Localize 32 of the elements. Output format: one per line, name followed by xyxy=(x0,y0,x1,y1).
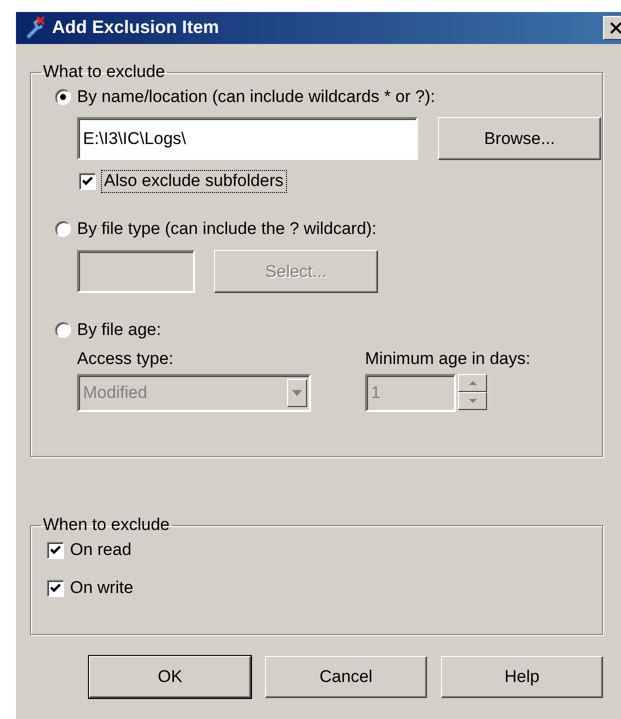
radio-button[interactable] xyxy=(55,221,71,238)
spin-down-button[interactable] xyxy=(458,392,487,410)
checkbox-label[interactable]: On read xyxy=(70,540,132,561)
down-arrow-icon xyxy=(468,398,476,403)
checkbox-label[interactable]: On write xyxy=(70,578,134,599)
check-icon xyxy=(50,545,61,556)
up-arrow-icon xyxy=(468,380,476,385)
dialog-button[interactable]: OK xyxy=(89,656,251,698)
radio-button[interactable] xyxy=(55,89,71,106)
group-title: When to exclude xyxy=(42,515,171,536)
caret-icon xyxy=(292,390,302,396)
group-title: What to exclude xyxy=(42,62,166,82)
radio-label[interactable]: By file age: xyxy=(77,320,162,341)
check-icon xyxy=(50,583,61,594)
dropdown-value: Modified xyxy=(83,382,148,403)
checkbox[interactable] xyxy=(47,542,64,559)
dialog-button[interactable]: Cancel xyxy=(265,656,427,698)
radio-label[interactable]: By name/location (can include wildcards * or ?): xyxy=(77,87,436,108)
browse-button[interactable]: Browse... xyxy=(438,117,601,160)
radio-button[interactable] xyxy=(55,322,71,338)
check-icon xyxy=(82,176,93,186)
path-field[interactable]: E:\I3\IC\Logs\ xyxy=(77,117,418,160)
field-label: Minimum age in days: xyxy=(365,349,530,370)
checkbox[interactable] xyxy=(47,580,64,597)
window-title: Add Exclusion Item xyxy=(52,17,220,39)
field-label: Access type: xyxy=(77,349,174,370)
close-icon xyxy=(609,22,621,34)
dialog-button[interactable]: Help xyxy=(441,656,603,698)
checkbox-label[interactable]: Also exclude subfolders xyxy=(102,171,286,192)
checkbox[interactable] xyxy=(79,172,96,190)
spin-up-button[interactable] xyxy=(458,374,487,392)
radio-label[interactable]: By file type (can include the ? wildcard): xyxy=(77,219,377,240)
